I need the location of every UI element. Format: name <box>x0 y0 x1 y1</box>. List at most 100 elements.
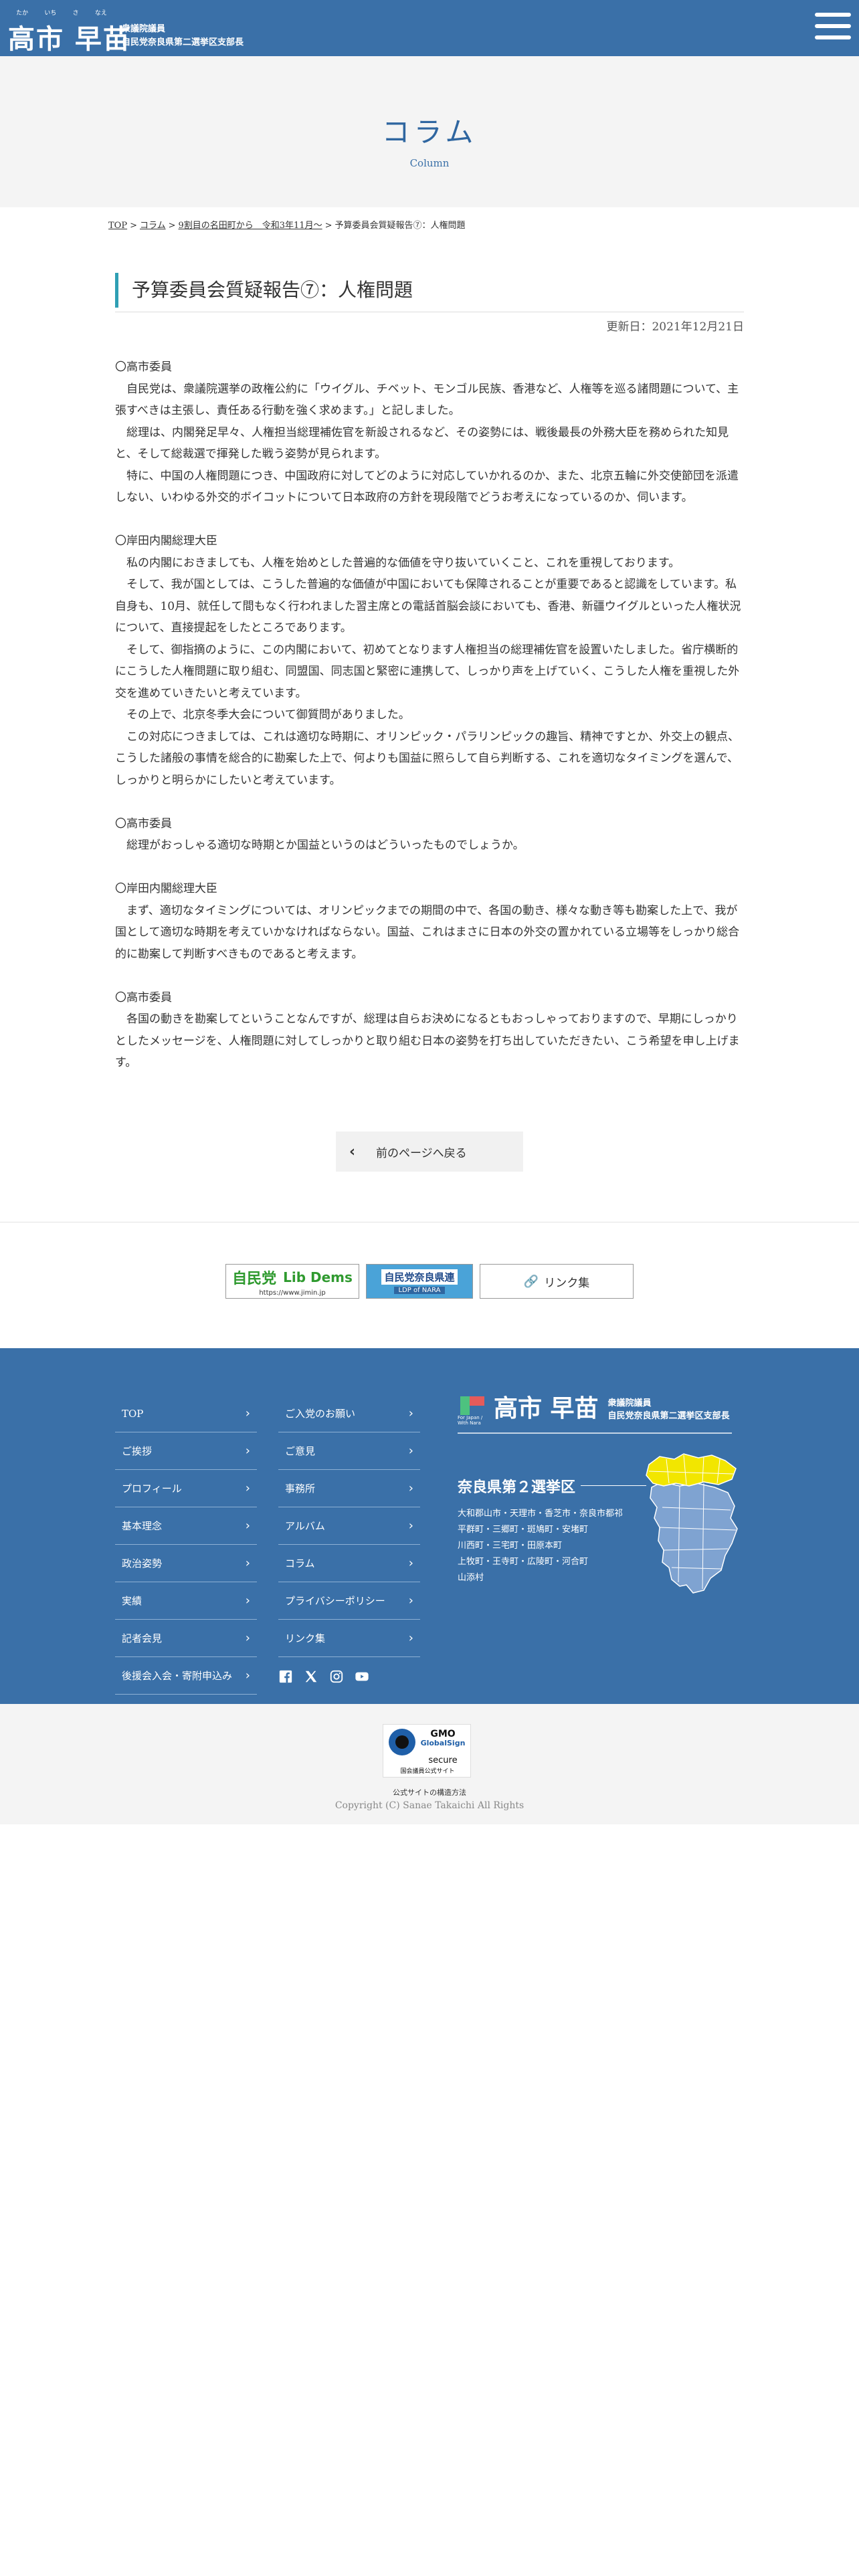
banner-nara-jp: 自民党奈良県連 <box>381 1269 458 1285</box>
article-paragraph: 特に、中国の人権問題につき、中国政府に対してどのように対応していかれるのか、また… <box>115 469 739 505</box>
chevron-right-icon: › <box>408 1481 413 1495</box>
breadcrumb-column[interactable]: コラム <box>140 221 166 231</box>
footer-nav-label: プロフィール <box>122 1483 182 1495</box>
chevron-right-icon: › <box>245 1669 250 1683</box>
chevron-right-icon: › <box>408 1444 413 1458</box>
seal-gmo: GMO <box>430 1729 456 1739</box>
youtube-icon[interactable] <box>355 1669 369 1684</box>
globalsign-eye-icon <box>389 1729 415 1755</box>
speaker-label: 〇岸田内閣総理大臣 <box>115 534 217 548</box>
footer-nav-label: ご挨拶 <box>122 1445 153 1457</box>
footer-nav-item-b-1[interactable]: ご意見 › <box>278 1432 420 1470</box>
hamburger-menu-icon[interactable] <box>811 4 855 48</box>
speaker-label: 〇高市委員 <box>115 990 172 1004</box>
seal-secure: secure <box>428 1755 458 1765</box>
footer-nav-item-b-2[interactable]: 事務所 › <box>278 1470 420 1507</box>
banner-ldp-nara[interactable]: 自民党奈良県連 LDP of NARA <box>366 1264 473 1299</box>
footer-nav-item-b-0[interactable]: ご入党のお願い › <box>278 1395 420 1432</box>
article-paragraph: まず、適切なタイミングについては、オリンピックまでの期間の中で、各国の動き、様々… <box>115 903 740 961</box>
footer-nav-item-1[interactable]: ご挨拶 › <box>115 1432 257 1470</box>
chevron-right-icon: › <box>245 1519 250 1533</box>
chevron-left-icon: ‹ <box>349 1143 356 1160</box>
banner-jimin[interactable]: 自民党 Lib Dems https://www.jimin.jp <box>225 1264 359 1299</box>
article-paragraph: その上で、北京冬季大会について御質問がありました。 <box>126 708 410 722</box>
footer-nav-item-b-5[interactable]: プライバシーポリシー › <box>278 1582 420 1620</box>
footer-nav-label: ご入党のお願い <box>285 1408 356 1420</box>
footer-nav-label: アルバム <box>285 1520 325 1532</box>
footer-nav-label: 記者会見 <box>122 1632 163 1644</box>
x-icon[interactable] <box>304 1669 318 1684</box>
article-paragraph: 各国の動きを勘案してということなんですが、総理は自らお決めになるともおっしゃって… <box>115 1012 740 1069</box>
speaker-label: 〇高市委員 <box>115 817 172 831</box>
footer-nav-item-b-6[interactable]: リンク集 › <box>278 1620 420 1657</box>
breadcrumb-current: 予算委員会質疑報告⑦：人権問題 <box>335 221 466 231</box>
footer-nav-column-2: ご入党のお願い › ご意見 › 事務所 › アルバム › コラム › プライバシーポリシー › リンク集… <box>278 1395 420 1657</box>
seal-note[interactable]: 公式サイトの構造方法 <box>0 1787 859 1798</box>
brand-mark-icon: For Japan / With Nara <box>458 1395 488 1426</box>
footer-nav-label: 実績 <box>122 1595 142 1607</box>
footer-brand-sub-2: 自民党奈良県第二選挙区支部長 <box>607 1411 730 1421</box>
footer-nav-item-7[interactable]: 後援会入会・寄附申込み › <box>115 1657 257 1695</box>
footer-nav-item-2[interactable]: プロフィール › <box>115 1470 257 1507</box>
chevron-right-icon: › <box>245 1406 250 1420</box>
instagram-icon[interactable] <box>329 1669 344 1684</box>
footer-bottom: GMO GlobalSign secure 国会議員公式サイト 公式サイトの構造… <box>0 1704 859 1824</box>
district-line: 上牧町・王寺町・広陵町・河合町 <box>458 1557 589 1567</box>
footer-nav-label: リンク集 <box>285 1632 326 1644</box>
breadcrumb-category[interactable]: 9割目の名田町から 令和3年11月〜 <box>179 221 322 231</box>
footer-nav-item-0[interactable]: TOP › <box>115 1395 257 1432</box>
facebook-icon[interactable] <box>278 1669 293 1684</box>
article-title: 予算委員会質疑報告⑦：人権問題 <box>115 273 744 308</box>
district-line: 川西町・三宅町・田原本町 <box>458 1541 563 1551</box>
breadcrumb-separator: > <box>324 221 332 231</box>
district-list: 大和郡山市・天理市・香芝市・奈良市都祁 平群町・三郷町・斑鳩町・安堵町 川西町・三宅… <box>458 1506 623 1586</box>
footer-nav-label: 基本理念 <box>122 1520 163 1532</box>
seal-globalsign: GlobalSign <box>420 1739 466 1747</box>
article-paragraph: 自民党は、衆議院選挙の政権公約に「ウイグル、チベット、モンゴル民族、香港など、人… <box>115 382 739 418</box>
footer-nav-item-3[interactable]: 基本理念 › <box>115 1507 257 1545</box>
banner-jimin-en: Lib Dems <box>283 1269 353 1285</box>
link-icon: 🔗 <box>523 1274 539 1289</box>
footer-nav-column-1: TOP › ご挨拶 › プロフィール › 基本理念 › 政治姿勢 › 実績 › 記者会見 › 後援会入会・寄… <box>115 1395 257 1695</box>
footer-nav-item-b-4[interactable]: コラム › <box>278 1545 420 1582</box>
nara-map-south <box>650 1481 738 1594</box>
logo-sub-line-1: 衆議院議員 <box>122 24 166 34</box>
article-body: 〇高市委員 自民党は、衆議院選挙の政権公約に「ウイグル、チベット、モンゴル民族、香… <box>115 356 744 1074</box>
footer-nav-item-5[interactable]: 実績 › <box>115 1582 257 1620</box>
seal-caption: 国会議員公式サイト <box>400 1768 455 1775</box>
chevron-right-icon: › <box>245 1631 250 1645</box>
back-button[interactable]: ‹ 前のページへ戻る <box>336 1132 523 1172</box>
site-footer: TOP › ご挨拶 › プロフィール › 基本理念 › 政治姿勢 › 実績 › 記者会見 › 後援会入会・寄… <box>0 1348 859 1704</box>
footer-nav-label: 後援会入会・寄附申込み <box>122 1670 233 1682</box>
gmo-globalsign-seal[interactable]: GMO GlobalSign secure 国会議員公式サイト <box>383 1724 471 1778</box>
footer-nav-label: TOP <box>122 1408 144 1420</box>
footer-nav-label: コラム <box>285 1558 315 1570</box>
chevron-right-icon: › <box>408 1519 413 1533</box>
footer-nav-item-b-3[interactable]: アルバム › <box>278 1507 420 1545</box>
banner-links[interactable]: 🔗 リンク集 <box>480 1264 634 1299</box>
copyright: Copyright (C) Sanae Takaichi All Rights <box>335 1800 524 1811</box>
chevron-right-icon: › <box>408 1594 413 1608</box>
chevron-right-icon: › <box>408 1631 413 1645</box>
banner-links-label: リンク集 <box>544 1276 590 1290</box>
district-title-line <box>581 1485 646 1486</box>
breadcrumb: TOP > コラム >9割目の名田町から 令和3年11月〜 > 予算委員会質疑報告⑦：人権… <box>108 218 466 231</box>
chevron-right-icon: › <box>245 1444 250 1458</box>
banner-jimin-logo: 自民党 Lib Dems <box>232 1267 353 1288</box>
nara-map <box>646 1453 738 1594</box>
district-line: 山添村 <box>458 1573 484 1583</box>
footer-nav-label: プライバシーポリシー <box>285 1595 385 1607</box>
footer-brand-name: 高市 早苗 <box>494 1395 599 1422</box>
footer-nav-item-4[interactable]: 政治姿勢 › <box>115 1545 257 1582</box>
footer-brand-subtitle: 衆議院議員 自民党奈良県第二選挙区支部長 <box>608 1397 730 1422</box>
page-subtitle: Column <box>409 157 450 169</box>
footer-brand-sub-1: 衆議院議員 <box>607 1398 652 1408</box>
chevron-right-icon: › <box>408 1406 413 1420</box>
footer-logo[interactable]: For Japan / With Nara 高市 早苗 衆議院議員 自民党奈良県… <box>458 1395 739 1426</box>
article-paragraph: この対応につきましては、これは適切な時期に、オリンピック・パラリンピックの趣旨、… <box>115 730 739 787</box>
article-paragraph: 私の内閣におきましても、人権を始めとした普遍的な価値を守り抜いていくこと、これを… <box>126 556 680 570</box>
footer-nav-item-6[interactable]: 記者会見 › <box>115 1620 257 1657</box>
breadcrumb-top[interactable]: TOP <box>108 221 127 231</box>
ruby-4: なえ <box>94 10 107 17</box>
chevron-right-icon: › <box>408 1556 413 1570</box>
